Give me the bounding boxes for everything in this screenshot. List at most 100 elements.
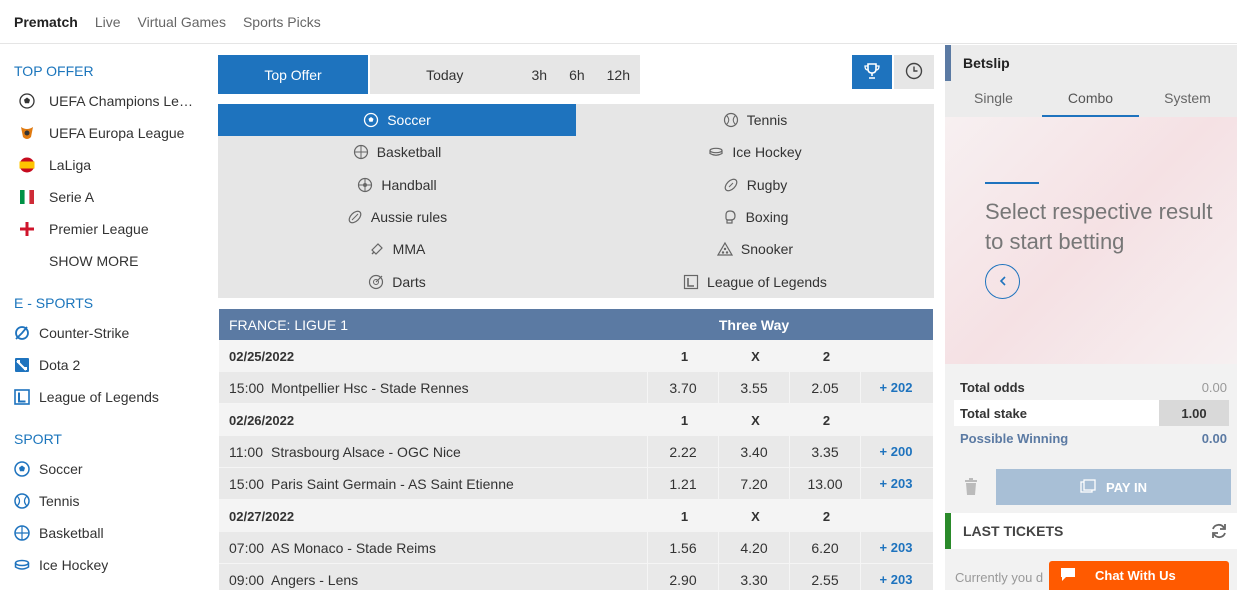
clock-button[interactable] bbox=[894, 55, 934, 89]
pay-in-button[interactable]: PAY IN bbox=[996, 469, 1231, 505]
odd-home[interactable]: 1.21 bbox=[647, 467, 718, 500]
sidebar-item-dota2[interactable]: Dota 2 bbox=[0, 349, 208, 381]
counter-strike-icon bbox=[13, 324, 31, 342]
nav-virtual-games[interactable]: Virtual Games bbox=[138, 14, 226, 30]
filter-6h[interactable]: 6h bbox=[569, 67, 585, 83]
stake-input[interactable]: 1.00 bbox=[1159, 400, 1229, 426]
date-label: 02/27/2022 bbox=[229, 508, 295, 524]
market-title: Three Way bbox=[718, 316, 790, 333]
col-2: 2 bbox=[822, 412, 831, 428]
odd-home[interactable]: 2.90 bbox=[647, 563, 718, 590]
tennis-icon bbox=[723, 112, 739, 128]
sport-tab-boxing[interactable]: Boxing bbox=[576, 201, 934, 233]
sidebar-item-counter-strike[interactable]: Counter-Strike bbox=[0, 317, 208, 349]
sport-tab-mma[interactable]: MMA bbox=[218, 233, 576, 265]
sport-tab-rugby[interactable]: Rugby bbox=[576, 169, 934, 201]
europa-icon bbox=[18, 124, 36, 142]
refresh-icon[interactable] bbox=[1209, 522, 1229, 543]
sidebar-item-label: League of Legends bbox=[39, 389, 159, 405]
sidebar-item-serie-a[interactable]: Serie A bbox=[0, 181, 208, 213]
sport-tab-league-of-legends[interactable]: League of Legends bbox=[576, 265, 934, 297]
match-name[interactable]: Angers - Lens bbox=[271, 572, 647, 588]
basketball-icon bbox=[13, 524, 31, 542]
sidebar-item-tennis[interactable]: Tennis bbox=[0, 485, 208, 517]
tab-system[interactable]: System bbox=[1139, 81, 1236, 117]
sport-tab-ice-hockey[interactable]: Ice Hockey bbox=[576, 136, 934, 168]
odd-draw[interactable]: 7.20 bbox=[718, 467, 789, 500]
odd-draw[interactable]: 3.40 bbox=[718, 435, 789, 468]
lol-icon bbox=[13, 388, 31, 406]
odd-draw[interactable]: 3.55 bbox=[718, 371, 789, 404]
sidebar-item-label: Premier League bbox=[49, 221, 149, 237]
filter-12h[interactable]: 12h bbox=[607, 67, 630, 83]
odd-home[interactable]: 1.56 bbox=[647, 531, 718, 564]
accent-divider bbox=[985, 182, 1039, 184]
nav-live[interactable]: Live bbox=[95, 14, 121, 30]
aussie-rules-icon bbox=[347, 209, 363, 225]
sport-heading: SPORT bbox=[14, 431, 62, 447]
more-markets-button[interactable]: + 203 bbox=[860, 563, 931, 590]
sidebar: TOP OFFER UEFA Champions League UEFA Eur… bbox=[0, 45, 208, 590]
match-name[interactable]: Paris Saint Germain - AS Saint Etienne bbox=[271, 476, 647, 492]
trash-icon[interactable] bbox=[963, 478, 979, 496]
tab-single[interactable]: Single bbox=[945, 81, 1042, 117]
odd-away[interactable]: 13.00 bbox=[789, 467, 860, 500]
sport-tab-aussie-rules[interactable]: Aussie rules bbox=[218, 201, 576, 233]
match-name[interactable]: Montpellier Hsc - Stade Rennes bbox=[271, 380, 647, 396]
filter-today[interactable]: Today bbox=[370, 67, 519, 83]
sidebar-item-europa-league[interactable]: UEFA Europa League bbox=[0, 117, 208, 149]
sport-tab-tennis[interactable]: Tennis bbox=[576, 104, 934, 136]
sport-tab-snooker[interactable]: Snooker bbox=[576, 233, 934, 265]
england-flag-icon bbox=[18, 220, 36, 238]
odd-away[interactable]: 3.35 bbox=[789, 435, 860, 468]
odd-home[interactable]: 2.22 bbox=[647, 435, 718, 468]
sport-tab-basketball[interactable]: Basketball bbox=[218, 136, 576, 168]
sport-tab-soccer[interactable]: Soccer bbox=[218, 104, 576, 137]
rugby-icon bbox=[723, 177, 739, 193]
chat-button[interactable]: Chat With Us bbox=[1049, 561, 1229, 590]
odd-away[interactable]: 6.20 bbox=[789, 531, 860, 564]
back-button[interactable] bbox=[985, 264, 1020, 299]
more-markets-button[interactable]: + 203 bbox=[860, 467, 931, 500]
sidebar-item-ice-hockey[interactable]: Ice Hockey bbox=[0, 549, 208, 581]
show-more-link[interactable]: SHOW MORE bbox=[0, 245, 208, 277]
sport-tab-label: Handball bbox=[381, 176, 437, 193]
sidebar-item-label: Tennis bbox=[39, 493, 80, 509]
nav-prematch[interactable]: Prematch bbox=[14, 14, 78, 30]
sidebar-item-laliga[interactable]: LaLiga bbox=[0, 149, 208, 181]
odd-draw[interactable]: 4.20 bbox=[718, 531, 789, 564]
ice-hockey-icon bbox=[13, 556, 31, 574]
sport-tab-label: Basketball bbox=[376, 144, 442, 161]
sidebar-item-basketball[interactable]: Basketball bbox=[0, 517, 208, 549]
total-odds-row: Total odds 0.00 bbox=[960, 375, 1229, 400]
total-odds-value: 0.00 bbox=[1201, 380, 1227, 395]
handball-icon bbox=[357, 177, 373, 193]
sidebar-item-premier-league[interactable]: Premier League bbox=[0, 213, 208, 245]
nav-sports-picks[interactable]: Sports Picks bbox=[243, 14, 321, 30]
esports-heading: E - SPORTS bbox=[14, 295, 94, 311]
match-name[interactable]: Strasbourg Alsace - OGC Nice bbox=[271, 444, 647, 460]
empty-message: Select respective result to start bettin… bbox=[985, 199, 1213, 254]
sidebar-item-league-of-legends[interactable]: League of Legends bbox=[0, 381, 208, 413]
more-markets-button[interactable]: + 200 bbox=[860, 435, 931, 468]
odd-draw[interactable]: 3.30 bbox=[718, 563, 789, 590]
trophy-button[interactable] bbox=[852, 55, 892, 89]
soccer-icon bbox=[13, 460, 31, 478]
filter-3h[interactable]: 3h bbox=[531, 67, 547, 83]
more-markets-button[interactable]: + 202 bbox=[860, 371, 931, 404]
more-markets-button[interactable]: + 203 bbox=[860, 531, 931, 564]
sport-tab-darts[interactable]: Darts bbox=[218, 265, 576, 297]
odd-home[interactable]: 3.70 bbox=[647, 371, 718, 404]
sidebar-item-champions-league[interactable]: UEFA Champions League bbox=[0, 85, 208, 117]
sport-tab-label: Snooker bbox=[740, 241, 794, 258]
sport-tab-handball[interactable]: Handball bbox=[218, 169, 576, 201]
odd-away[interactable]: 2.55 bbox=[789, 563, 860, 590]
sports-grid: Soccer Tennis Basketball Ice Hockey Hand… bbox=[218, 104, 934, 298]
tab-top-offer[interactable]: Top Offer bbox=[218, 55, 368, 94]
tab-combo[interactable]: Combo bbox=[1042, 81, 1139, 117]
match-name[interactable]: AS Monaco - Stade Reims bbox=[271, 540, 647, 556]
sport-tab-label: Ice Hockey bbox=[732, 144, 802, 161]
odd-away[interactable]: 2.05 bbox=[789, 371, 860, 404]
sport-tab-label: Tennis bbox=[746, 112, 788, 129]
sidebar-item-soccer[interactable]: Soccer bbox=[0, 453, 208, 485]
